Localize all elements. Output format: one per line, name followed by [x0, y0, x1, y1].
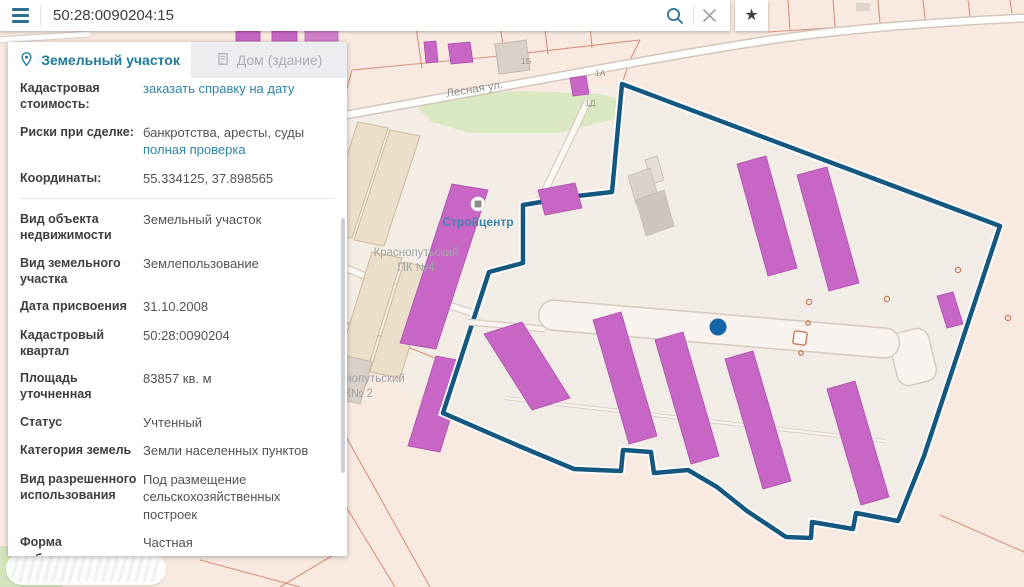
field-label: Вид земельного участка — [20, 255, 143, 288]
field-value: Земли населенных пунктов — [143, 442, 335, 460]
coop1-label-line2: ПК №4 — [398, 262, 435, 274]
field-value: 55.334125, 37.898565 — [143, 170, 335, 188]
field-label: Категория земель — [20, 442, 143, 460]
field-value: 50:28:0090204 — [143, 327, 335, 360]
field-value: Земельный участок — [143, 211, 335, 244]
clear-icon[interactable] — [702, 8, 717, 23]
parcel-info-panel: Земельный участок Дом (здание) Кадастров… — [8, 42, 347, 556]
row-land-category: Категория земель Земли населенных пункто… — [20, 442, 335, 460]
row-deal-risks: Риски при сделке: банкротства, аресты, с… — [20, 124, 335, 159]
bar-divider — [693, 5, 694, 26]
panel-scrollbar[interactable] — [341, 218, 345, 473]
house-number-1b: 1Б — [521, 56, 532, 66]
field-value: Частная — [143, 534, 335, 556]
field-value: 31.10.2008 — [143, 298, 335, 316]
row-object-type: Вид объекта недвижимости Земельный участ… — [20, 211, 335, 244]
row-cadastral-block: Кадастровый квартал 50:28:0090204 — [20, 327, 335, 360]
menu-button[interactable] — [0, 0, 40, 31]
house-number-1a: 1А — [595, 68, 606, 78]
row-cadastral-value: Кадастровая стоимость: заказать справку … — [20, 80, 335, 113]
panel-content: Кадастровая стоимость: заказать справку … — [8, 78, 347, 556]
coop1-label-line1: Краснопутьский — [374, 247, 459, 259]
tab-building[interactable]: Дом (здание) — [191, 42, 347, 78]
full-check-link[interactable]: полная проверка — [143, 141, 246, 159]
tab-label: Земельный участок — [41, 52, 180, 68]
row-status: Статус Учтенный — [20, 414, 335, 432]
order-report-link[interactable]: заказать справку на дату — [143, 80, 295, 98]
field-label: Кадастровый квартал — [20, 327, 143, 360]
field-label: Форма собственности — [20, 534, 143, 556]
hamburger-icon — [12, 8, 29, 11]
row-coordinates: Координаты: 55.334125, 37.898565 — [20, 170, 335, 188]
field-label: Вид разрешенного использования — [20, 471, 143, 524]
field-value: банкротства, аресты, суды — [143, 124, 335, 142]
field-label: Дата присвоения — [20, 298, 143, 316]
field-value: 83857 кв. м — [143, 370, 335, 403]
field-label: Кадастровая стоимость: — [20, 80, 143, 113]
field-label: Координаты: — [20, 170, 143, 188]
poi-symbol — [793, 331, 808, 346]
row-ownership-form: Форма собственности Частная — [20, 534, 335, 556]
row-area: Площадь уточненная 83857 кв. м — [20, 370, 335, 403]
row-parcel-type: Вид земельного участка Землепользование — [20, 255, 335, 288]
poi-label: Стройцентр — [442, 215, 513, 229]
house-number-1d: 1Д — [585, 98, 596, 108]
selected-parcel-marker[interactable] — [710, 319, 727, 336]
section-divider — [20, 198, 335, 199]
field-label: Статус — [20, 414, 143, 432]
search-icon[interactable] — [665, 6, 685, 26]
field-label: Риски при сделке: — [20, 124, 143, 159]
watermark-logo — [6, 553, 166, 585]
location-pin-icon — [19, 51, 34, 70]
favorite-button[interactable]: ★ — [735, 0, 768, 31]
star-icon: ★ — [744, 8, 758, 24]
field-value: Под размещение сельскохозяйственных пост… — [143, 471, 335, 524]
search-bar: 50:28:0090204:15 — [0, 0, 730, 31]
field-label: Площадь уточненная — [20, 370, 143, 403]
field-value: Землепользование — [143, 255, 335, 288]
row-permitted-use: Вид разрешенного использования Под разме… — [20, 471, 335, 524]
tab-label: Дом (здание) — [237, 52, 323, 68]
field-value: Учтенный — [143, 414, 335, 432]
search-input[interactable]: 50:28:0090204:15 — [41, 7, 665, 24]
app-window: Лесная ул. Стройцентр Краснопутьский ПК … — [0, 0, 1024, 587]
panel-tabs: Земельный участок Дом (здание) — [8, 42, 347, 78]
row-assignment-date: Дата присвоения 31.10.2008 — [20, 298, 335, 316]
tab-land-parcel[interactable]: Земельный участок — [8, 42, 191, 78]
building-icon — [216, 52, 230, 69]
field-label: Вид объекта недвижимости — [20, 211, 143, 244]
